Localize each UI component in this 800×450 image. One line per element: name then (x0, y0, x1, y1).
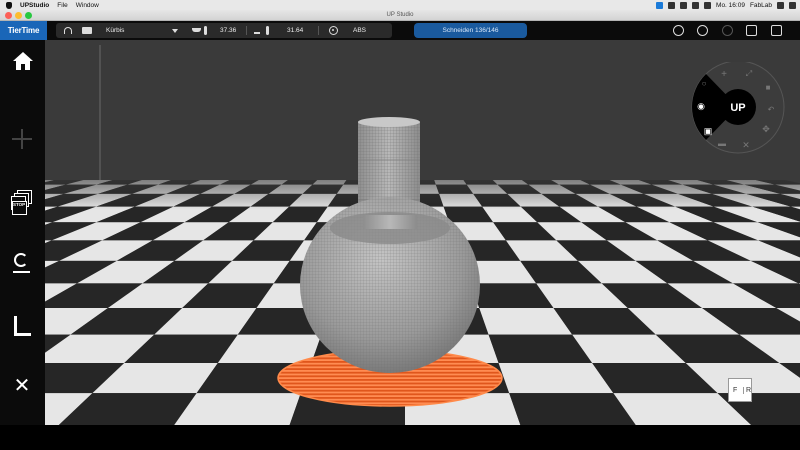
bed-temperature: 31.64 (287, 27, 304, 34)
zoom-window-button[interactable] (25, 12, 32, 19)
status-extra-icon[interactable] (668, 1, 676, 9)
settings-icon[interactable] (697, 25, 708, 36)
apple-icon[interactable] (6, 1, 12, 9)
material-icon[interactable] (329, 26, 338, 35)
maintenance-tools-icon[interactable]: ✕ (11, 375, 33, 397)
window-controls (5, 12, 32, 19)
stop-label: STOP (12, 201, 27, 215)
print-queue-icon[interactable]: STOP (11, 190, 33, 215)
view-cube-front[interactable]: F (733, 387, 737, 394)
nozzle-icon (192, 28, 201, 32)
bluetooth-icon[interactable] (680, 1, 688, 9)
notification-center-icon[interactable] (789, 1, 796, 9)
window-titlebar: UP Studio (0, 10, 800, 21)
menu-app-name[interactable]: UPStudio (20, 2, 49, 9)
cube-view-icon[interactable]: ▣ (704, 126, 713, 136)
brand-logo: TierTime (0, 21, 47, 40)
system-menubar: UPStudio File Window Mo. 16:09 FabLab (0, 0, 800, 10)
wifi-icon[interactable] (692, 1, 700, 9)
close-window-button[interactable] (5, 12, 12, 19)
document-icon[interactable] (771, 25, 782, 36)
add-model-icon[interactable] (11, 128, 33, 150)
vase-model[interactable] (300, 117, 480, 373)
scale-icon[interactable]: ⤢ (745, 69, 752, 78)
measure-icon[interactable] (11, 316, 33, 338)
undo-icon[interactable]: ↶ (768, 105, 775, 114)
divider (318, 26, 319, 35)
eye-icon[interactable]: ◉ (697, 101, 705, 111)
left-sidebar: STOP ✕ (0, 40, 45, 425)
printer-status-bar: Kürbis 37.36 31.64 ABS (56, 23, 392, 38)
app-toolbar: TierTime Kürbis 37.36 31.64 ABS Schneide… (0, 21, 800, 40)
home-icon[interactable] (12, 52, 34, 74)
battery-icon[interactable] (704, 1, 712, 9)
cloud-icon[interactable] (722, 25, 733, 36)
account-icon[interactable] (673, 25, 684, 36)
nozzle-temperature: 37.36 (220, 27, 237, 34)
menubar-clock[interactable]: Mo. 16:09 (716, 2, 745, 9)
spotlight-icon[interactable] (777, 1, 784, 9)
thermometer-icon (266, 26, 269, 35)
menu-window[interactable]: Window (76, 2, 99, 9)
raft-line (278, 384, 502, 387)
fit-icon[interactable]: ○ (702, 79, 707, 88)
calibrate-icon[interactable] (11, 252, 33, 274)
shirt-icon[interactable] (746, 25, 757, 36)
bed-icon (254, 32, 260, 34)
slicing-progress: Schneiden 136/146 (414, 23, 527, 38)
navigation-wheel[interactable]: UP ◉ ▣ + ⤢ ■ ↶ ✥ ✕ ▬ ○ (686, 62, 786, 157)
raft-line (278, 391, 502, 394)
menubar-user[interactable]: FabLab (750, 2, 772, 9)
divider (246, 26, 247, 35)
view-cube-right[interactable]: R (743, 387, 751, 394)
menu-file[interactable]: File (57, 2, 67, 9)
rotate-icon[interactable]: ✥ (762, 124, 770, 134)
move-icon[interactable]: + (721, 69, 727, 80)
remove-icon[interactable]: ✕ (742, 140, 750, 150)
wheel-center-logo[interactable]: UP (730, 102, 745, 114)
menubar-status-area: Mo. 16:09 FabLab (656, 0, 796, 10)
wifi-connection-icon[interactable] (64, 27, 72, 34)
raft-line (278, 388, 502, 390)
place-icon[interactable]: ▬ (718, 139, 726, 148)
raft-line (278, 377, 502, 379)
thermometer-icon (204, 26, 207, 35)
minimize-window-button[interactable] (15, 12, 22, 19)
view-cube[interactable]: F R (728, 378, 752, 402)
status-app-icon[interactable] (656, 1, 664, 9)
material-profile-select[interactable]: Kürbis (106, 23, 124, 38)
raft-line (278, 373, 502, 376)
reset-icon[interactable]: ■ (766, 83, 771, 92)
printer-icon[interactable] (82, 27, 92, 34)
raft-line (278, 380, 502, 383)
bottom-strip (0, 425, 800, 450)
window-title: UP Studio (386, 12, 414, 18)
chevron-down-icon[interactable] (172, 29, 178, 33)
material-type[interactable]: ABS (353, 23, 366, 38)
